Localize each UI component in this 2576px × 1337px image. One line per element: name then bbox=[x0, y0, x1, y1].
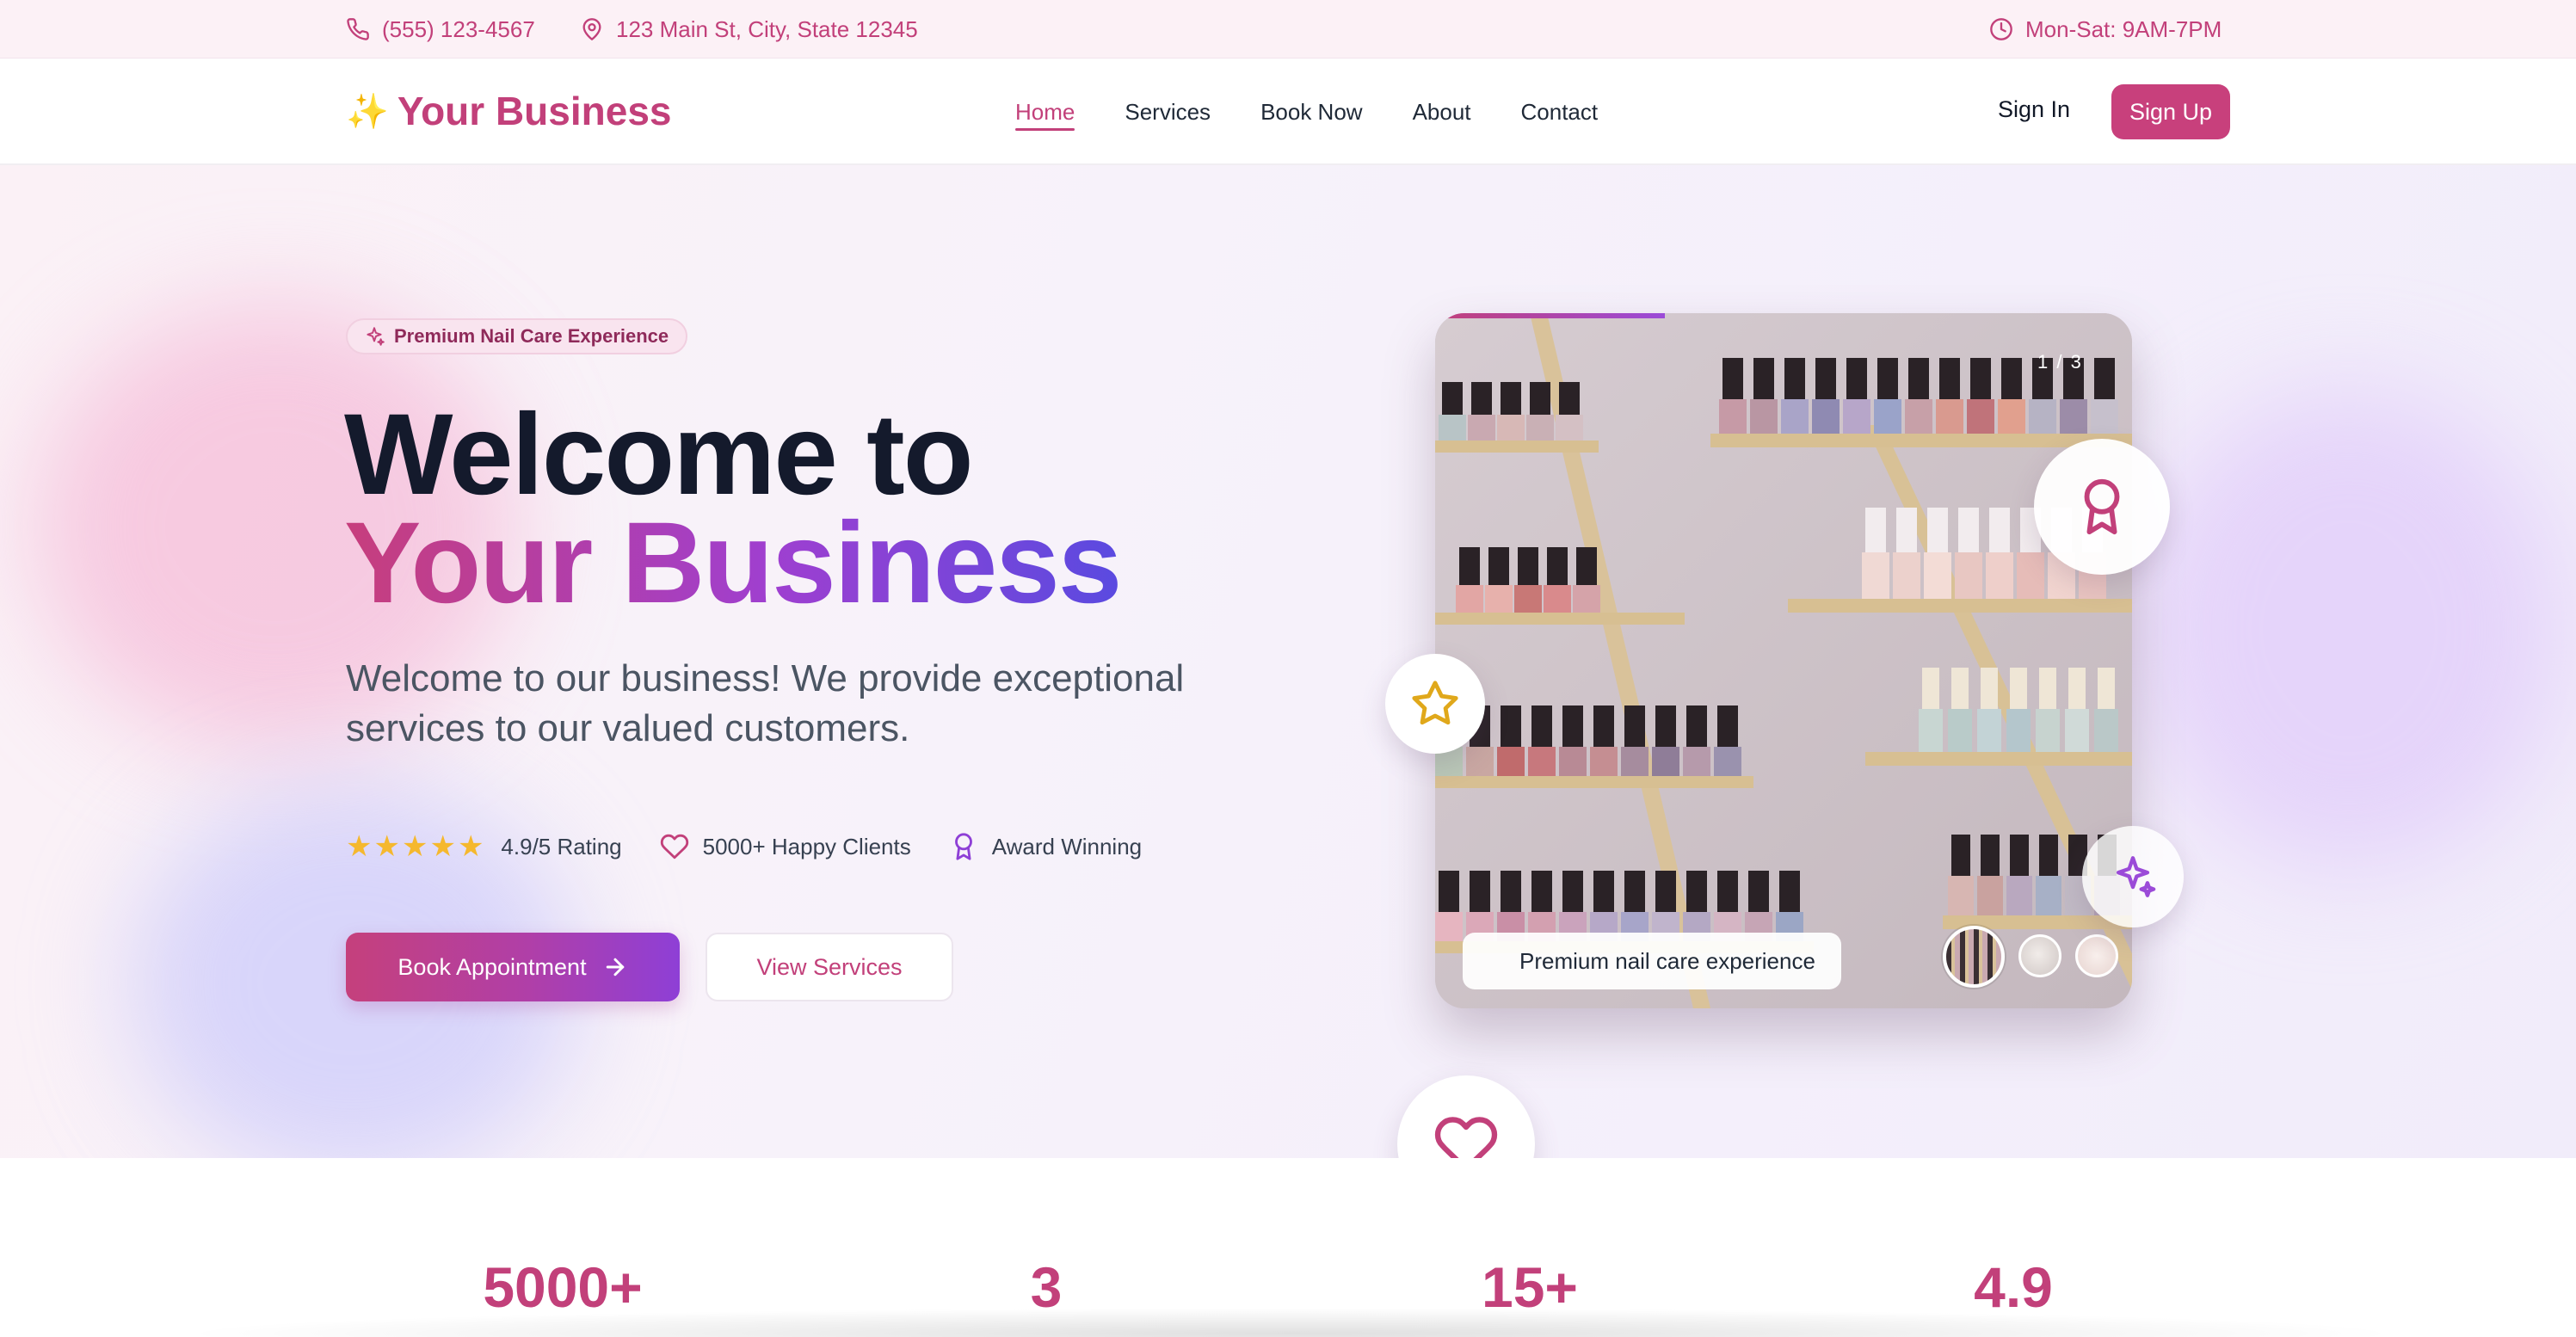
brand-name: Your Business bbox=[397, 89, 672, 133]
carousel-counter: 1 / 3 bbox=[2037, 351, 2083, 373]
sparkles-icon bbox=[2116, 856, 2156, 897]
floating-sparkles-badge bbox=[2082, 826, 2184, 927]
carousel-thumbnails bbox=[1943, 926, 2118, 988]
hero-title-line2: Your Business bbox=[344, 499, 1122, 627]
hero-subtitle: Welcome to our business! We provide exce… bbox=[346, 657, 1185, 749]
nav-link-book-now[interactable]: Book Now bbox=[1260, 59, 1363, 165]
nav-link-home[interactable]: Home bbox=[1015, 59, 1075, 165]
hero-section: Premium Nail Care Experience Welcome to … bbox=[0, 165, 2576, 1158]
floating-heart-badge bbox=[1397, 1075, 1535, 1158]
heart-icon bbox=[660, 834, 688, 860]
nav-link-about[interactable]: About bbox=[1413, 59, 1471, 165]
carousel-progress-bar bbox=[1435, 313, 1666, 318]
decorative-shadow bbox=[172, 1308, 2409, 1337]
hero-image-carousel[interactable]: 1 / 3 Premium nail care experience bbox=[1435, 313, 2132, 1008]
nail-polish-shelves-image bbox=[1435, 313, 2132, 1008]
star-icon: ★ bbox=[429, 830, 456, 863]
carousel-thumb-1[interactable] bbox=[1943, 926, 2005, 988]
hero-title-line1: Welcome to bbox=[344, 391, 974, 519]
phone-icon bbox=[347, 18, 369, 40]
nav-link-contact[interactable]: Contact bbox=[1521, 59, 1599, 165]
hero-badge-text: Premium Nail Care Experience bbox=[394, 325, 669, 347]
rating-text: 4.9/5 Rating bbox=[501, 833, 622, 860]
book-appointment-button[interactable]: Book Appointment bbox=[346, 933, 680, 1001]
top-info-bar: (555) 123-4567 123 Main St, City, State … bbox=[0, 0, 2576, 59]
award-icon bbox=[954, 833, 972, 860]
sign-up-button[interactable]: Sign Up bbox=[2111, 84, 2230, 139]
carousel-thumb-3[interactable] bbox=[2075, 934, 2118, 977]
sign-in-button[interactable]: Sign In bbox=[1998, 96, 2070, 123]
rating-stars: ★ ★ ★ ★ ★ bbox=[346, 832, 484, 861]
clients-text: 5000+ Happy Clients bbox=[702, 833, 911, 860]
award-text: Award Winning bbox=[991, 833, 1143, 860]
star-icon: ★ bbox=[401, 830, 428, 863]
star-icon: ★ bbox=[457, 830, 484, 863]
nav-link-services[interactable]: Services bbox=[1125, 59, 1211, 165]
nav-links: Home Services Book Now About Contact bbox=[1015, 59, 1598, 165]
sparkles-icon bbox=[367, 327, 385, 346]
address-text: 123 Main St, City, State 12345 bbox=[616, 15, 918, 42]
arrow-right-icon bbox=[606, 958, 624, 977]
sparkles-emoji-icon: ✨ bbox=[346, 92, 389, 131]
clock-icon bbox=[1990, 18, 2012, 40]
star-icon: ★ bbox=[373, 830, 400, 863]
carousel-caption: Premium nail care experience bbox=[1463, 933, 1841, 989]
decorative-blob bbox=[2134, 389, 2564, 871]
hero-stats-row: ★ ★ ★ ★ ★ 4.9/5 Rating 5000+ Happy Clien… bbox=[346, 828, 1142, 866]
main-navbar: ✨ Your Business Home Services Book Now A… bbox=[0, 59, 2576, 165]
floating-star-badge bbox=[1385, 654, 1485, 754]
carousel-thumb-2[interactable] bbox=[2018, 934, 2061, 977]
floating-award-badge bbox=[2034, 439, 2170, 575]
star-icon bbox=[1412, 681, 1458, 725]
map-pin-icon bbox=[582, 18, 601, 40]
heart-icon bbox=[1434, 1117, 1498, 1158]
award-icon bbox=[2084, 478, 2120, 535]
hours-info: Mon-Sat: 9AM-7PM bbox=[1989, 0, 2222, 59]
book-appointment-label: Book Appointment bbox=[397, 953, 587, 980]
phone-text: (555) 123-4567 bbox=[382, 15, 535, 42]
phone-info[interactable]: (555) 123-4567 bbox=[346, 0, 535, 59]
address-info: 123 Main St, City, State 12345 bbox=[580, 0, 918, 59]
view-services-button[interactable]: View Services bbox=[706, 933, 953, 1001]
brand-logo[interactable]: ✨ Your Business bbox=[346, 88, 672, 134]
hero-badge: Premium Nail Care Experience bbox=[346, 318, 688, 354]
star-icon: ★ bbox=[346, 830, 373, 863]
hours-text: Mon-Sat: 9AM-7PM bbox=[2025, 15, 2222, 42]
